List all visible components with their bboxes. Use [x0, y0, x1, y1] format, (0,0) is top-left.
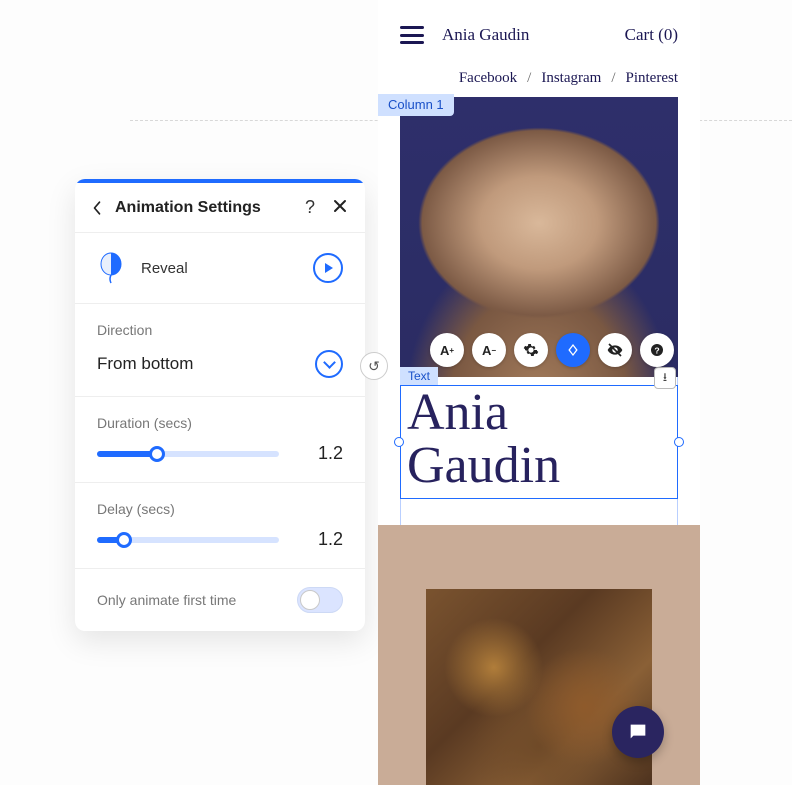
direction-section: Direction From bottom	[75, 303, 365, 396]
back-icon[interactable]	[91, 199, 103, 217]
once-toggle[interactable]	[297, 587, 343, 613]
direction-label: Direction	[97, 322, 343, 338]
duration-value: 1.2	[303, 443, 343, 464]
undo-icon[interactable]: ↺	[360, 352, 388, 380]
duration-slider-fill	[97, 451, 157, 457]
animation-settings-panel: Animation Settings ? Reveal Direction Fr…	[75, 179, 365, 631]
cart-link[interactable]: Cart (0)	[625, 25, 678, 45]
resize-handle-right[interactable]	[674, 437, 684, 447]
help-icon[interactable]: ?	[301, 197, 319, 218]
balloon-icon	[97, 251, 125, 285]
texture-image	[426, 589, 652, 785]
duration-slider-thumb[interactable]	[149, 446, 165, 462]
direction-dropdown[interactable]	[315, 350, 343, 378]
delay-slider[interactable]	[97, 537, 279, 543]
settings-button[interactable]	[514, 333, 548, 367]
brand-title[interactable]: Ania Gaudin	[442, 25, 607, 45]
separator: /	[527, 70, 531, 87]
decrease-font-button[interactable]: A−	[472, 333, 506, 367]
chevron-down-icon	[323, 356, 336, 369]
delay-section: Delay (secs) 1.2	[75, 482, 365, 568]
direction-value: From bottom	[97, 354, 193, 374]
svg-text:?: ?	[654, 345, 659, 355]
panel-header: Animation Settings ?	[75, 183, 365, 232]
delay-value: 1.2	[303, 529, 343, 550]
pinterest-link[interactable]: Pinterest	[626, 70, 679, 87]
animation-button[interactable]	[556, 333, 590, 367]
duration-slider[interactable]	[97, 451, 279, 457]
headline-text[interactable]: Ania Gaudin	[400, 385, 678, 499]
selected-element[interactable]: Text ⭳ Ania Gaudin	[400, 385, 678, 499]
instagram-link[interactable]: Instagram	[541, 70, 601, 87]
delay-label: Delay (secs)	[97, 501, 343, 517]
delay-slider-thumb[interactable]	[116, 532, 132, 548]
close-icon[interactable]	[331, 197, 349, 218]
social-links: Facebook / Instagram / Pinterest	[378, 70, 700, 97]
resize-handle-left[interactable]	[394, 437, 404, 447]
duration-label: Duration (secs)	[97, 415, 343, 431]
element-type-tag: Text	[400, 367, 438, 385]
preview-play-button[interactable]	[313, 253, 343, 283]
increase-font-button[interactable]: A+	[430, 333, 464, 367]
toggle-knob	[300, 590, 320, 610]
hide-button[interactable]	[598, 333, 632, 367]
site-header: Ania Gaudin Cart (0)	[378, 0, 700, 70]
mobile-preview: Ania Gaudin Cart (0) Facebook / Instagra…	[378, 0, 700, 784]
animation-type-label: Reveal	[141, 260, 297, 277]
element-toolbar: A+ A− ?	[430, 333, 674, 367]
chat-icon	[627, 721, 649, 743]
download-icon[interactable]: ⭳	[654, 367, 676, 389]
hero-image[interactable]: A+ A− ?	[400, 97, 678, 377]
chat-button[interactable]	[612, 706, 664, 758]
play-icon	[325, 263, 333, 273]
menu-icon[interactable]	[400, 26, 424, 44]
once-label: Only animate first time	[97, 592, 236, 608]
panel-title: Animation Settings	[115, 199, 289, 217]
animation-type-row[interactable]: Reveal	[75, 232, 365, 303]
column-tag[interactable]: Column 1	[378, 94, 454, 116]
once-section: Only animate first time	[75, 568, 365, 631]
help-button[interactable]: ?	[640, 333, 674, 367]
separator: /	[611, 70, 615, 87]
duration-section: Duration (secs) 1.2	[75, 396, 365, 482]
facebook-link[interactable]: Facebook	[459, 70, 517, 87]
